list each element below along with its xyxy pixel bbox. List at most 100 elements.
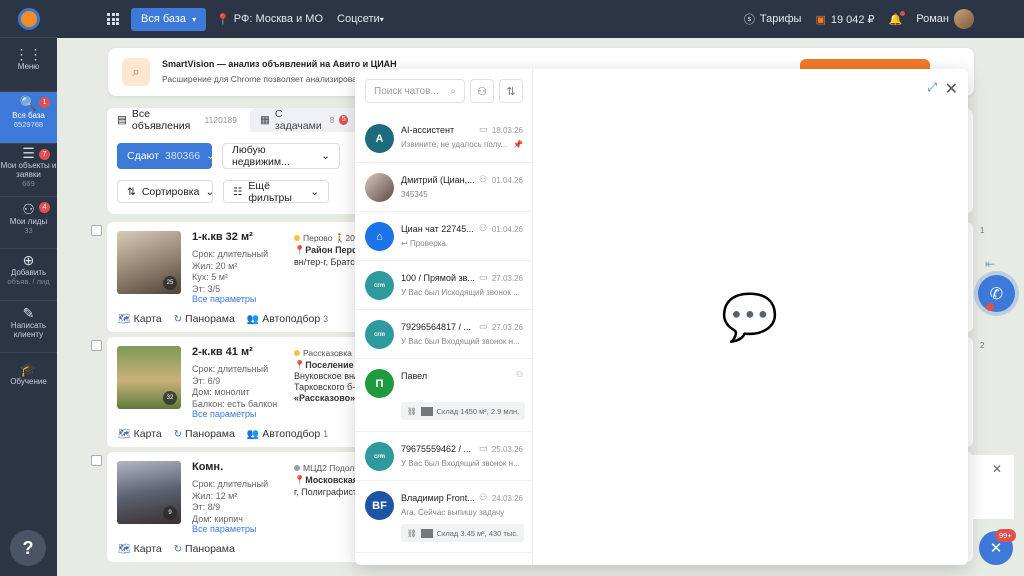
more-filters-button[interactable]: ☷ Ещё фильтры ⌄ <box>223 180 329 204</box>
sidebar-item-add[interactable]: ⊕ Добавить объяв. / лид <box>0 249 57 301</box>
all-params-link[interactable]: Все параметры <box>192 524 256 534</box>
all-params-link[interactable]: Все параметры <box>192 409 256 419</box>
chat-item[interactable]: A AI-ассистент ▭ 18.03.26 Извините, не у… <box>355 113 533 163</box>
action-label: Карта <box>133 313 162 325</box>
person-icon: ⚇ <box>479 492 488 502</box>
sidebar-item-my-leads[interactable]: 4 ⚇ Мои лиды 33 <box>0 197 57 249</box>
chat-item[interactable]: BF Владимир Front... ⚇ 24.03.26 Ага. Сей… <box>355 481 533 553</box>
sidebar-item-label: Обучение <box>10 377 47 386</box>
expand-icon[interactable]: ⤢ <box>927 80 937 95</box>
photo-count: 9 <box>163 506 177 520</box>
avatar: A <box>365 124 394 153</box>
chat-item[interactable]: ⌂ Циан чат 22745... ⚇ 01.04.26 ↩ Проверк… <box>355 212 533 261</box>
autopick-button[interactable]: 👥 Автоподбор 1 <box>247 428 328 440</box>
tab-with-tasks[interactable]: ▦ С задачами 8 5 <box>250 108 358 132</box>
region-selector[interactable]: 📍 РФ: Москва и МО <box>216 13 323 26</box>
sidebar-item-all-base[interactable]: 1 🔍 Вся база 6529768 <box>0 92 57 144</box>
banner-title: SmartVision — анализ объявлений на Авито… <box>162 59 397 69</box>
chat-item[interactable]: crm 79675559462 / ... ▭ 25.03.26 У Вас б… <box>355 432 533 481</box>
panorama-button[interactable]: ↻ Панорама <box>174 313 235 325</box>
listing-title[interactable]: 1-к.кв 32 м² <box>192 231 253 243</box>
tag-text: Склад 1450 м², 2.9 млн. <box>436 406 520 416</box>
app-logo[interactable] <box>0 0 57 38</box>
chat-preview: Ага. Сейчас выпишу задачу <box>401 508 505 517</box>
avatar <box>954 9 974 29</box>
database-select-button[interactable]: Вся база ▾ <box>131 7 207 31</box>
sidebar-item-menu[interactable]: ⋮⋮ Меню <box>0 38 57 92</box>
crm-avatar: crm <box>365 320 394 349</box>
photo-count: 32 <box>163 391 177 405</box>
property-type-select[interactable]: Любую недвижим... ⌄ <box>222 143 340 169</box>
listing-photo[interactable]: 32 <box>117 346 181 409</box>
listing-photo[interactable]: 25 <box>117 231 181 294</box>
chat-icon: ▭ <box>479 272 488 282</box>
notifications-button[interactable]: 🔔 <box>889 10 906 26</box>
left-sidebar: ⋮⋮ Меню 1 🔍 Вся база 6529768 7 ☰ Мои объ… <box>0 0 57 576</box>
chat-modal: Поиск чатов... ⌕ ⚇ ⇅ A AI-ассистент ▭ 18… <box>355 69 968 565</box>
map-button[interactable]: 🗺 Карта <box>118 313 162 325</box>
panorama-button[interactable]: ↻ Панорама <box>174 428 235 440</box>
metro-station: МЦД2 Подоль <box>294 463 359 473</box>
row-checkbox[interactable] <box>91 455 102 466</box>
listing-title[interactable]: Комн. <box>192 461 223 473</box>
autopick-button[interactable]: 👥 Автоподбор 3 <box>247 313 328 325</box>
listing-photo[interactable]: 9 <box>117 461 181 524</box>
tab-all-listings[interactable]: ▤ Все объявления 1120189 <box>107 108 247 132</box>
walk-icon: 🚶 <box>334 233 346 243</box>
pin-icon[interactable]: 📌 <box>513 140 523 149</box>
address-line: 📍Поселение В <box>294 360 363 371</box>
listing-actions: 🗺 Карта ↻ Панорама <box>118 543 235 555</box>
deal-count: 380366 <box>165 150 201 162</box>
chat-item[interactable]: crm 79296564817 / ... ▭ 27.03.26 У Вас б… <box>355 310 533 359</box>
user-name: Роман <box>916 13 949 25</box>
panorama-button[interactable]: ↻ Панорама <box>174 543 235 555</box>
close-icon[interactable]: ✕ <box>945 79 958 99</box>
listing-title[interactable]: 2-к.кв 41 м² <box>192 346 253 358</box>
chat-name: 100 / Прямой зв... <box>401 273 475 283</box>
object-tag[interactable]: ⛓ Склад 3.45 м², 430 тыс. <box>401 524 525 542</box>
panorama-icon: ↻ <box>173 314 183 325</box>
object-thumbnail <box>420 528 433 538</box>
action-label: Автоподбор <box>262 313 321 325</box>
user-menu[interactable]: Роман <box>916 9 974 29</box>
filter-person-button[interactable]: ⚇ <box>470 79 494 103</box>
listing-actions: 🗺 Карта ↻ Панорама 👥 Автоподбор 3 <box>118 313 328 325</box>
sidebar-item-learning[interactable]: 🎓 Обучение <box>0 353 57 405</box>
chat-item[interactable]: П Павел ⚇ ⛓ Склад 1450 м², 2.9 млн. <box>355 359 533 432</box>
listing-param: Эт: 8/9 <box>192 502 221 512</box>
link-icon: ⛓ <box>407 528 417 538</box>
object-tag[interactable]: ⛓ Склад 1450 м², 2.9 млн. <box>401 402 526 420</box>
map-icon: 🗺 <box>118 314 131 325</box>
apps-grid-icon[interactable] <box>107 13 119 25</box>
collapse-arrow-icon[interactable]: ⇤ <box>985 257 995 271</box>
deal-type-select[interactable]: Сдают 380366 ⌄ <box>117 143 215 169</box>
help-button[interactable]: ? <box>10 530 46 566</box>
sidebar-item-write-client[interactable]: ✎ Написать клиенту <box>0 301 57 353</box>
badge: 5 <box>339 115 348 125</box>
chat-item[interactable]: crm 100 / Прямой зв... ▭ 27.03.26 У Вас … <box>355 261 533 310</box>
pin-icon: 📍 <box>294 360 306 370</box>
tariffs-link[interactable]: ⓢ Тарифы <box>744 11 802 27</box>
sort-select[interactable]: ⇅ Сортировка ⌄ <box>117 180 214 203</box>
balance-amount: 19 042 ₽ <box>830 13 875 26</box>
chat-search-input[interactable]: Поиск чатов... ⌕ <box>365 79 465 103</box>
listing-actions: 🗺 Карта ↻ Панорама 👥 Автоподбор 1 <box>118 428 328 440</box>
all-params-link[interactable]: Все параметры <box>192 294 256 304</box>
chat-name: Павел <box>401 371 428 381</box>
row-checkbox[interactable] <box>91 225 102 236</box>
balance-button[interactable]: ▣ 19 042 ₽ <box>815 13 874 26</box>
social-dropdown[interactable]: Соцсети▾ <box>337 13 384 25</box>
call-button[interactable]: ✆ <box>978 275 1015 312</box>
sidebar-item-my-objects[interactable]: 7 ☰ Мои объекты и заявки 669 <box>0 144 57 197</box>
sidebar-item-count: 6529768 <box>13 120 44 129</box>
map-button[interactable]: 🗺 Карта <box>118 543 162 555</box>
action-label: Панорама <box>185 543 235 555</box>
metro-time: 20 <box>345 233 355 243</box>
sort-button[interactable]: ⇅ <box>499 79 523 103</box>
chevron-down-icon: ⌄ <box>321 150 330 162</box>
row-checkbox[interactable] <box>91 340 102 351</box>
address-text: Московская <box>305 475 359 485</box>
map-button[interactable]: 🗺 Карта <box>118 428 162 440</box>
close-icon[interactable]: ✕ <box>992 462 1002 476</box>
chat-item[interactable]: Дмитрий (Циан,... ⚇ 01.04.26 345345 <box>355 163 533 212</box>
